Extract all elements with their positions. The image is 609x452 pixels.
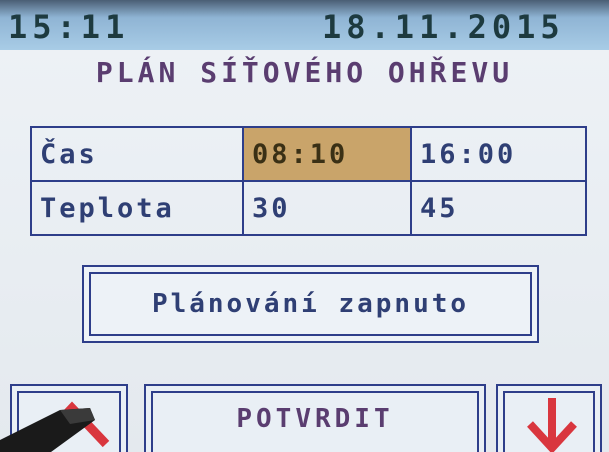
time-cell-2[interactable]: 16:00	[410, 126, 587, 182]
planning-toggle-label: Plánování zapnuto	[89, 272, 532, 336]
time-cell-1[interactable]: 08:10	[242, 126, 412, 182]
up-button[interactable]	[10, 384, 128, 452]
temperature-cell-2[interactable]: 45	[410, 180, 587, 236]
row-label-time: Čas	[30, 126, 244, 182]
status-time: 15:11	[8, 8, 130, 46]
status-date: 18.11.2015	[322, 8, 565, 46]
schedule-table: Čas 08:10 16:00 Teplota 30 45	[30, 126, 587, 236]
screen: 15:11 18.11.2015 PLÁN SÍŤOVÉHO OHŘEVU Ča…	[0, 0, 609, 452]
temperature-cell-1[interactable]: 30	[242, 180, 412, 236]
planning-toggle-button[interactable]: Plánování zapnuto	[82, 265, 539, 343]
schedule-row-time: Čas 08:10 16:00	[30, 126, 587, 182]
confirm-button-label: POTVRDIT	[236, 404, 394, 434]
schedule-row-temperature: Teplota 30 45	[30, 180, 587, 236]
page-title: PLÁN SÍŤOVÉHO OHŘEVU	[95, 56, 514, 89]
status-bar: 15:11 18.11.2015	[0, 0, 609, 50]
confirm-button[interactable]: POTVRDIT	[144, 384, 486, 452]
row-label-temperature: Teplota	[30, 180, 244, 236]
down-button[interactable]	[496, 384, 602, 452]
down-arrow-icon	[527, 398, 577, 452]
up-arrow-icon	[34, 401, 110, 448]
